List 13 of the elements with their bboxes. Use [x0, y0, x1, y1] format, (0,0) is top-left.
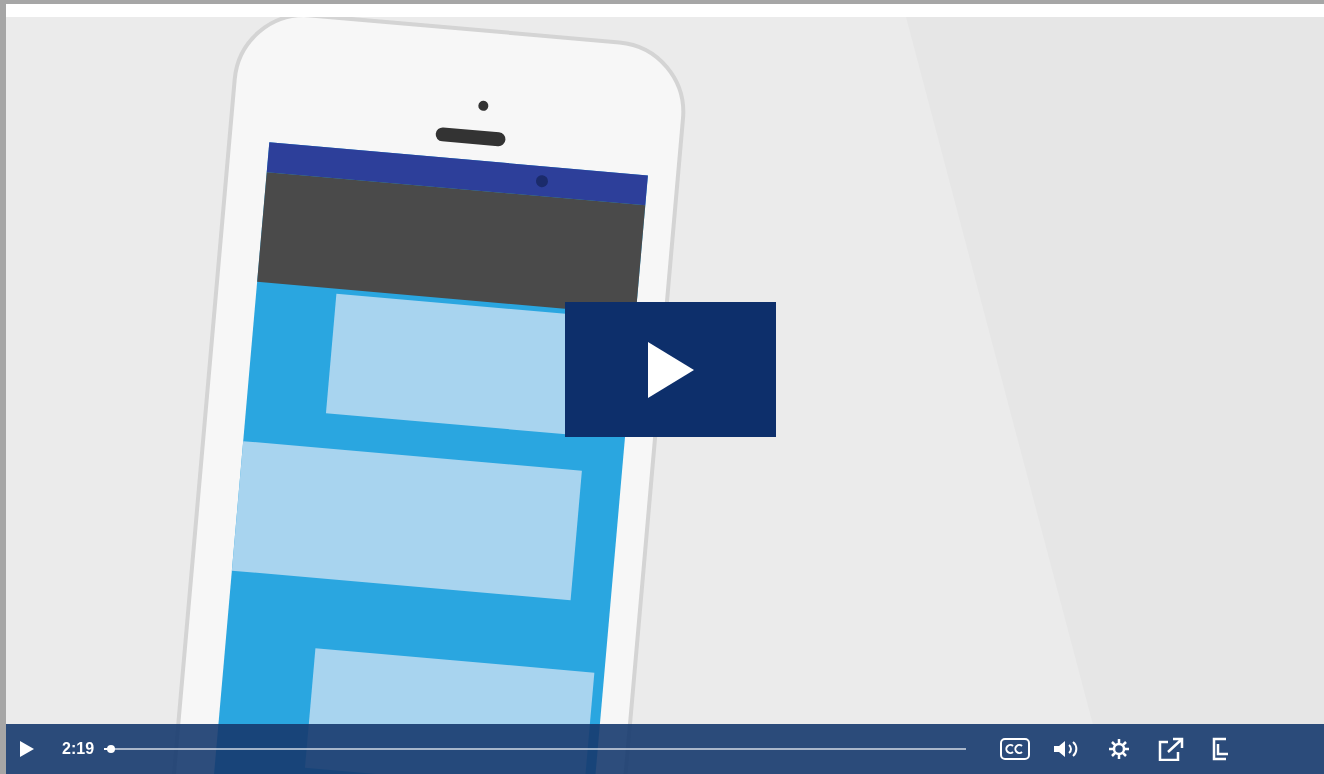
fullscreen-button[interactable]: [1212, 737, 1229, 761]
share-icon: [1158, 737, 1185, 761]
captions-icon: [1000, 738, 1031, 760]
play-button[interactable]: [565, 302, 776, 437]
settings-icon: [1108, 738, 1131, 760]
settings-button[interactable]: [1108, 738, 1131, 760]
fullscreen-icon: [1212, 737, 1229, 761]
play-button[interactable]: [20, 741, 34, 757]
time-label: 2:19: [62, 739, 95, 759]
progress-handle[interactable]: [106, 745, 115, 753]
share-button[interactable]: [1158, 737, 1185, 761]
play-icon: [20, 741, 34, 757]
captions-button[interactable]: [1000, 738, 1031, 760]
